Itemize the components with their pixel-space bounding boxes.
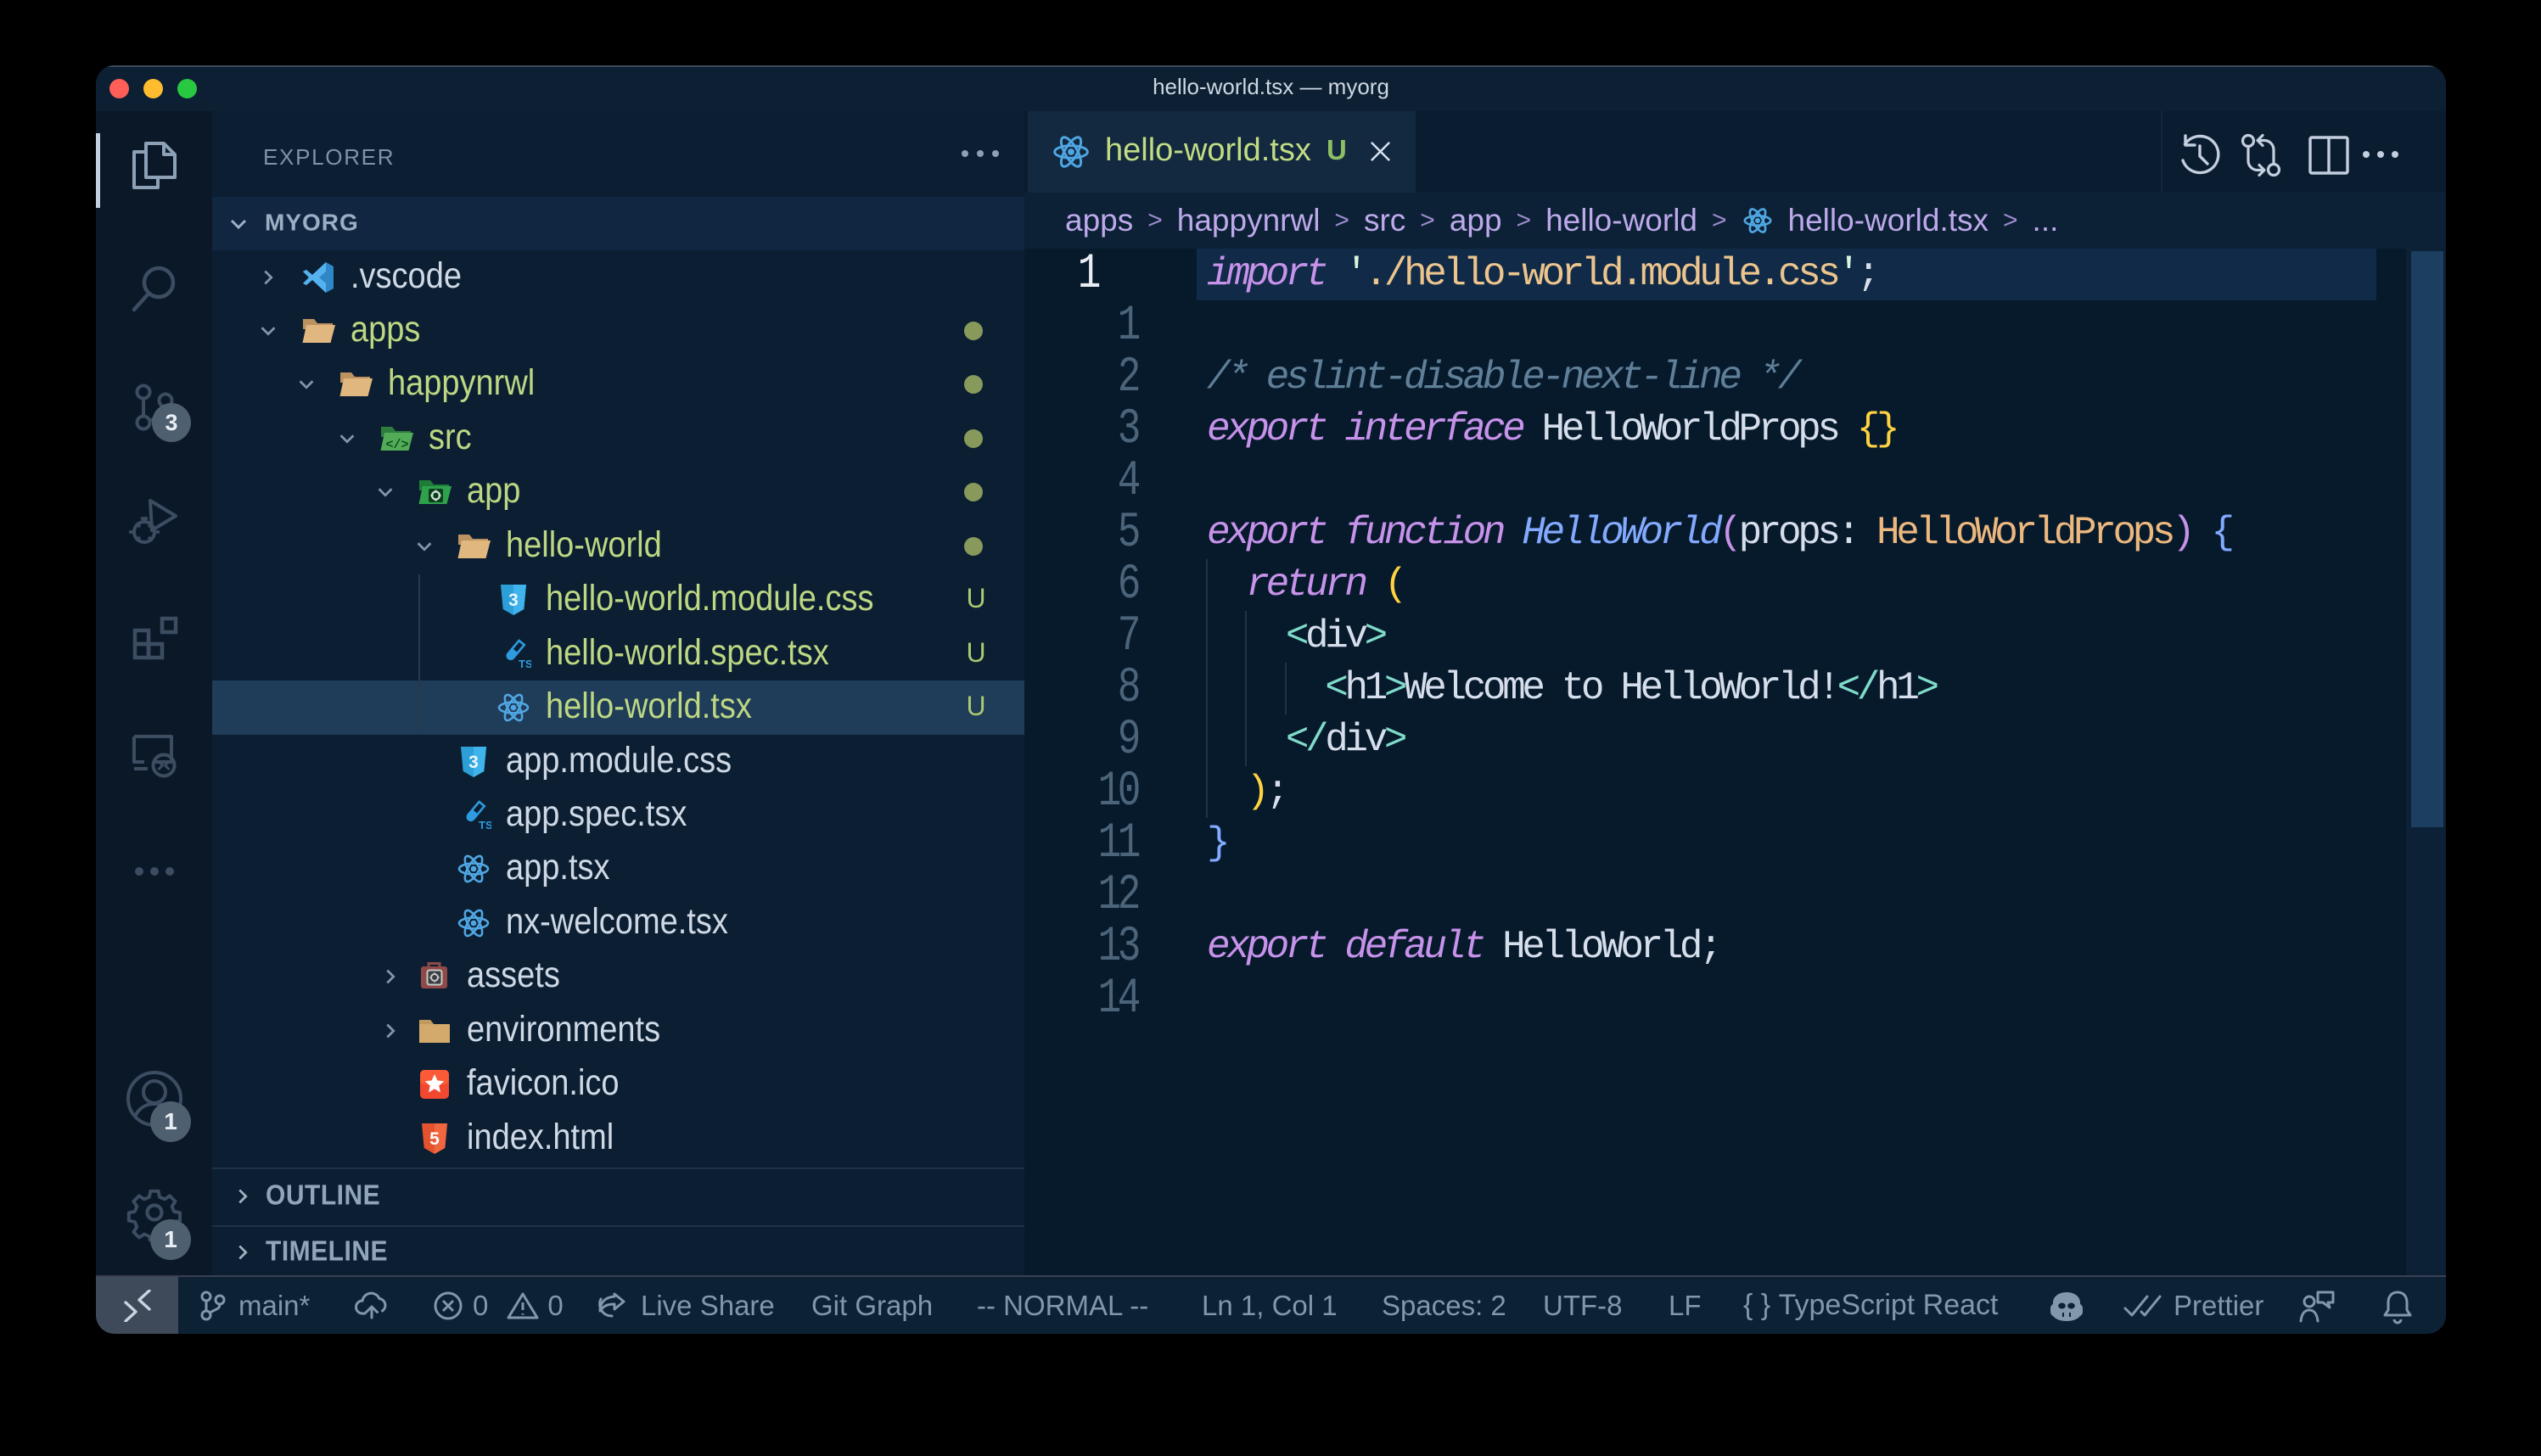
svg-text:3: 3 <box>468 753 479 772</box>
svg-text:TS: TS <box>519 658 531 670</box>
svg-text:5: 5 <box>429 1129 440 1149</box>
svg-text:</>: </> <box>385 438 408 452</box>
svg-text:3: 3 <box>508 591 519 610</box>
svg-text:TS: TS <box>479 819 491 832</box>
